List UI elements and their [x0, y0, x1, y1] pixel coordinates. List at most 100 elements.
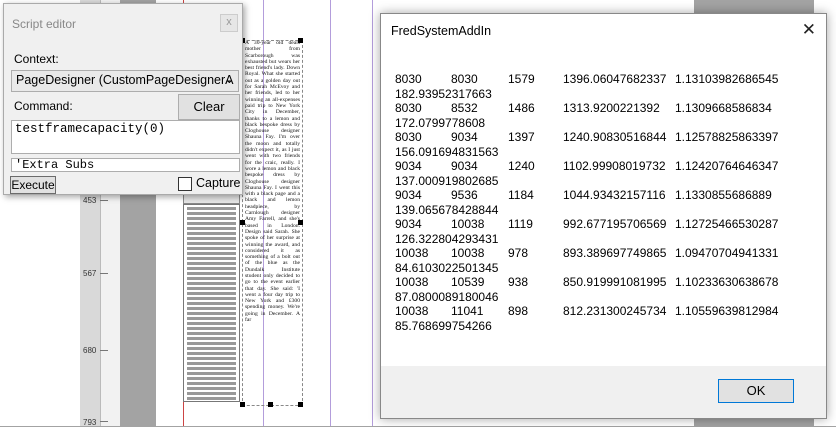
result-value: 9034 [451, 130, 478, 144]
placeholder-frame[interactable] [183, 204, 240, 402]
result-value: 9034 [395, 217, 422, 231]
resize-handle[interactable] [298, 220, 303, 225]
result-value: 9034 [395, 159, 422, 173]
resize-handle[interactable] [298, 38, 303, 43]
result-value: 1396.06047682337 [563, 72, 667, 86]
ok-button[interactable]: OK [718, 379, 794, 403]
result-value: 139.065678428844 [395, 202, 499, 217]
resize-handle[interactable] [240, 220, 245, 225]
ruler-label: 680 [83, 346, 97, 355]
result-rows: 8030 8030 1579 1396.06047682337 1.1310398268… [395, 72, 778, 333]
capture-label: Capture [196, 176, 241, 190]
ruler-tick [100, 200, 108, 201]
ruler-label: 567 [83, 269, 97, 278]
result-row: 8030 8532 1486 1313.9200221392 1.13096685868… [395, 101, 772, 116]
result-value: 1119 [508, 217, 533, 231]
result-value: 11041 [451, 304, 484, 318]
result-value: 10038 [451, 217, 485, 231]
ruler-tick [100, 421, 108, 422]
result-value: 126.322804293431 [395, 231, 499, 246]
close-icon[interactable]: ✕ [802, 20, 816, 40]
resize-handle[interactable] [268, 402, 273, 407]
context-label: Context: [14, 52, 59, 66]
result-value: 10038 [451, 246, 485, 260]
result-value: 1184 [508, 188, 534, 202]
resize-handle[interactable] [298, 402, 303, 407]
result-row: 10038 10038 978 893.389697749865 1.094707049… [395, 246, 778, 261]
result-value: 172.0799778608 [395, 115, 486, 130]
result-value: 1.12578825863397 [675, 130, 779, 144]
result-value: 1.12420764646347 [675, 159, 779, 173]
result-row: 8030 8030 1579 1396.06047682337 1.1310398268… [395, 72, 778, 87]
execute-button[interactable]: Execute [10, 176, 56, 194]
script-editor-window: Script editor x Context: PageDesigner (C… [3, 3, 243, 195]
result-value: 1486 [508, 101, 535, 115]
result-value: 1.13103982686545 [675, 72, 779, 86]
context-value: PageDesigner (CustomPageDesignerA [16, 73, 234, 87]
clear-button[interactable]: Clear [178, 94, 240, 120]
result-value: 182.93952317663 [395, 86, 492, 101]
result-value: 812.231300245734 [563, 304, 667, 318]
result-row: 9034 9034 1240 1102.99908019732 1.1242076464… [395, 159, 778, 174]
result-row: 10038 10539 938 850.919991081995 1.102336306… [395, 275, 778, 290]
result-value: 1.10233630638678 [675, 275, 779, 289]
resize-handle[interactable] [240, 402, 245, 407]
selected-text-frame[interactable] [242, 40, 303, 406]
ruler-label: 453 [83, 196, 97, 205]
result-value: 1240 [508, 159, 535, 173]
result-value: 1397 [508, 130, 535, 144]
close-button[interactable]: x [220, 14, 238, 32]
result-value: 137.000919802685 [395, 173, 499, 188]
capture-checkbox[interactable] [178, 177, 192, 191]
command-label: Command: [14, 99, 73, 113]
guide-line [372, 0, 373, 426]
result-value: 893.389697749865 [563, 246, 667, 260]
result-row: 10038 11041 898 812.231300245734 1.105596398… [395, 304, 778, 319]
result-value: 1.1330855686889 [675, 188, 772, 202]
result-value: 8030 [395, 72, 422, 86]
result-value: 9034 [395, 188, 422, 202]
result-value: 1102.99908019732 [563, 159, 666, 173]
result-value: 978 [508, 246, 529, 260]
script-text-area[interactable]: 'Extra Subs [11, 158, 240, 172]
result-value: 1240.90830516844 [563, 130, 667, 144]
result-row: 9034 10038 1119 992.677195706569 1.127254665… [395, 217, 778, 232]
window-title: Script editor [12, 17, 77, 31]
result-value: 9034 [451, 159, 478, 173]
ruler-tick [100, 273, 108, 274]
result-value: 10038 [395, 304, 429, 318]
result-value: 1044.93432157116 [563, 188, 666, 202]
dialog-message-area: 8030 8030 1579 1396.06047682337 1.1310398268… [381, 46, 826, 366]
context-select[interactable]: PageDesigner (CustomPageDesignerA ⌄ [11, 70, 239, 92]
dialog-title: FredSystemAddIn [391, 24, 492, 38]
result-value: 938 [508, 275, 529, 289]
result-value: 1.1309668586834 [675, 101, 772, 115]
result-value: 898 [508, 304, 529, 318]
result-value: 10539 [451, 275, 485, 289]
command-input[interactable]: testframecapacity(0) [11, 120, 240, 154]
message-dialog: FredSystemAddIn ✕ 8030 8030 1579 1396.06047… [380, 13, 827, 419]
result-value: 87.0800089180046 [395, 289, 499, 304]
result-value: 156.091694831563 [395, 144, 499, 159]
result-value: 84.6103022501345 [395, 260, 499, 275]
result-value: 9536 [451, 188, 478, 202]
ruler-tick [100, 350, 108, 351]
result-value: 1579 [508, 72, 535, 86]
result-value: 10038 [395, 275, 429, 289]
chevron-down-icon: ⌄ [224, 74, 234, 86]
result-value: 8030 [451, 72, 478, 86]
result-value: 8532 [451, 101, 478, 115]
result-value: 992.677195706569 [563, 217, 667, 231]
result-value: 1.09470704941331 [675, 246, 779, 260]
result-value: 8030 [395, 130, 422, 144]
result-value: 850.919991081995 [563, 275, 667, 289]
result-value: 85.768699754266 [395, 318, 492, 333]
result-row: 8030 9034 1397 1240.90830516844 1.1257882586… [395, 130, 778, 145]
guide-line [330, 0, 331, 426]
result-value: 8030 [395, 101, 422, 115]
result-value: 10038 [395, 246, 429, 260]
result-row: 9034 9536 1184 1044.93432157116 1.1330855686… [395, 188, 772, 203]
result-value: 1313.9200221392 [563, 101, 660, 115]
dialog-titlebar[interactable]: FredSystemAddIn ✕ [381, 14, 826, 46]
result-value: 1.10559639812984 [675, 304, 779, 318]
